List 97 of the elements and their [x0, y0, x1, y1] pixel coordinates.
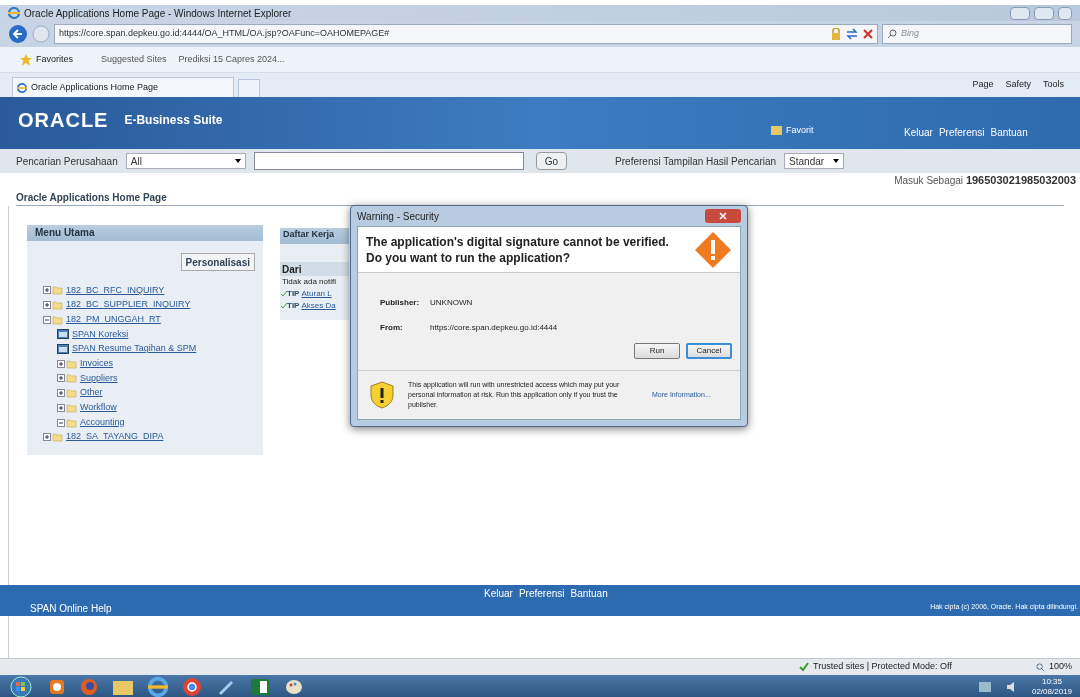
footer-link[interactable]: Preferensi [518, 586, 565, 601]
expand-folder-icon[interactable] [57, 388, 77, 399]
login-info: Masuk Sebagai 196503021985032003 [894, 173, 1076, 189]
empty-message: Tidak ada notifi [281, 276, 337, 288]
browser-icon[interactable] [148, 677, 168, 697]
back-button[interactable] [8, 24, 28, 44]
panel-header: Menu Utama [27, 225, 263, 241]
clock-time: 10:35 [1041, 677, 1062, 687]
footer-link[interactable]: Keluar [484, 586, 513, 601]
warning-icon [694, 230, 732, 269]
taskbar-app-icon[interactable] [48, 678, 66, 696]
tray-icon [977, 681, 992, 693]
menu-link[interactable]: SPAN Resume Tagihan & SPM [72, 342, 197, 356]
check-icon [799, 662, 810, 672]
address-field[interactable]: https://core.span.depkeu.go.id:4444/OA_HTML/OA.jsp?OAFunc=OAHOMEPAGE# [54, 24, 878, 44]
menu-link[interactable]: 182_BC_SUPPLIER_INQUIRY [66, 298, 191, 312]
panel-header: Daftar Kerja [280, 228, 349, 244]
expand-folder-icon[interactable] [43, 432, 63, 443]
menu-link[interactable]: Workflow [80, 401, 117, 415]
column-header: Dari [280, 262, 349, 276]
clock-date: 02/08/2019 [1031, 687, 1072, 697]
menu-link[interactable]: Invoices [80, 357, 114, 371]
dialog-button[interactable]: Cancel [686, 343, 732, 359]
menu-link[interactable]: Accounting [80, 415, 125, 430]
expand-folder-icon[interactable] [43, 300, 63, 311]
menu-link[interactable]: 182_PM_UNGGAH_RT [66, 312, 161, 327]
close-button[interactable] [1058, 6, 1072, 20]
menu-link[interactable]: Suppliers [80, 371, 118, 386]
favorites-button[interactable]: Favorites [36, 52, 73, 67]
scope-dropdown[interactable]: All [125, 153, 246, 169]
collapse-folder-icon[interactable] [57, 417, 77, 428]
favorit-menu[interactable]: Favorit [786, 124, 814, 138]
page-title: Oracle Applications Home Page [16, 191, 167, 205]
folder-icon [771, 126, 782, 136]
footer-link[interactable]: Bantuan [570, 586, 608, 601]
close-icon [719, 212, 727, 220]
dialog-button[interactable]: Run [634, 343, 680, 359]
search-label: Pencarian Perusahaan [16, 154, 118, 169]
menu-link[interactable]: 182_BC_RFC_INQUIRY [66, 283, 165, 298]
minimize-button[interactable] [1010, 6, 1030, 20]
help-link[interactable]: SPAN Online Help [30, 601, 112, 616]
menu-link[interactable]: Other [80, 386, 103, 400]
header-link[interactable]: Preferensi [938, 125, 985, 140]
command-menu[interactable]: Tools [1043, 78, 1064, 92]
favorites-link[interactable]: Suggested Sites [101, 52, 167, 67]
stop-icon[interactable] [863, 29, 873, 39]
forward-button[interactable] [32, 25, 50, 43]
security-zone: Trusted sites | Protected Mode: Off [813, 660, 952, 674]
refresh-icon[interactable] [845, 28, 859, 40]
search-input[interactable]: Bing [901, 27, 1067, 41]
shield-icon [370, 381, 394, 409]
close-button[interactable] [705, 209, 741, 223]
folder-icon[interactable] [112, 678, 134, 696]
suite-name: E-Business Suite [124, 112, 223, 129]
search-input[interactable] [253, 152, 524, 170]
taskbar-app-icon[interactable] [182, 677, 202, 697]
tip-link[interactable]: Aturan L [301, 288, 332, 300]
header-link[interactable]: Bantuan [990, 125, 1028, 140]
preference-dropdown[interactable]: Standar [784, 153, 845, 169]
window-title: Oracle Applications Home Page - Windows Internet Explorer [24, 6, 292, 21]
paint-icon[interactable] [284, 678, 304, 696]
preference-label: Preferensi Tampilan Hasil Pencarian [615, 154, 777, 169]
window-icon[interactable] [57, 344, 69, 355]
menu-link[interactable]: SPAN Koreksi [72, 327, 129, 342]
field-value: UNKNOWN [430, 297, 473, 309]
dialog-heading: The application's digital signature cannot be verified. Do you want to run the application? [366, 233, 669, 266]
favorites-link[interactable]: Prediksi 15 Capres 2024... [178, 52, 285, 67]
window-icon[interactable] [57, 329, 69, 340]
star-icon [20, 53, 32, 66]
zoom-control[interactable]: 100% [1035, 660, 1072, 674]
browser-icon [8, 7, 20, 19]
go-button[interactable]: Go [535, 152, 568, 170]
expand-folder-icon[interactable] [43, 285, 63, 296]
command-menu[interactable]: Page [972, 78, 994, 92]
spreadsheet-icon[interactable] [250, 678, 270, 696]
maximize-button[interactable] [1034, 6, 1054, 20]
tip-link[interactable]: Akses Da [301, 300, 336, 312]
field-label: From: [380, 322, 404, 334]
browser-tab[interactable]: Oracle Applications Home Page [12, 77, 234, 97]
tip-label: TIP [287, 300, 300, 312]
expand-folder-icon[interactable] [57, 402, 77, 413]
search-icon [887, 29, 897, 39]
browser-icon [17, 82, 27, 93]
expand-folder-icon[interactable] [57, 373, 77, 384]
tip-label: TIP [287, 288, 300, 300]
start-button[interactable] [8, 676, 34, 697]
menu-link[interactable]: 182_SA_TAYANG_DIPA [66, 430, 164, 444]
field-label: Publisher: [380, 297, 421, 309]
lock-icon [831, 28, 841, 40]
oracle-logo: ORACLE [18, 108, 109, 133]
magnifier-icon [1035, 662, 1045, 672]
field-value: https://core.span.depkeu.go.id:4444 [430, 322, 558, 334]
command-menu[interactable]: Safety [1005, 78, 1031, 92]
dialog-title: Warning - Security [357, 209, 439, 224]
header-link[interactable]: Keluar [904, 125, 933, 140]
personalize-button[interactable]: Personalisasi [180, 253, 255, 271]
search-field[interactable]: Bing [882, 24, 1072, 44]
